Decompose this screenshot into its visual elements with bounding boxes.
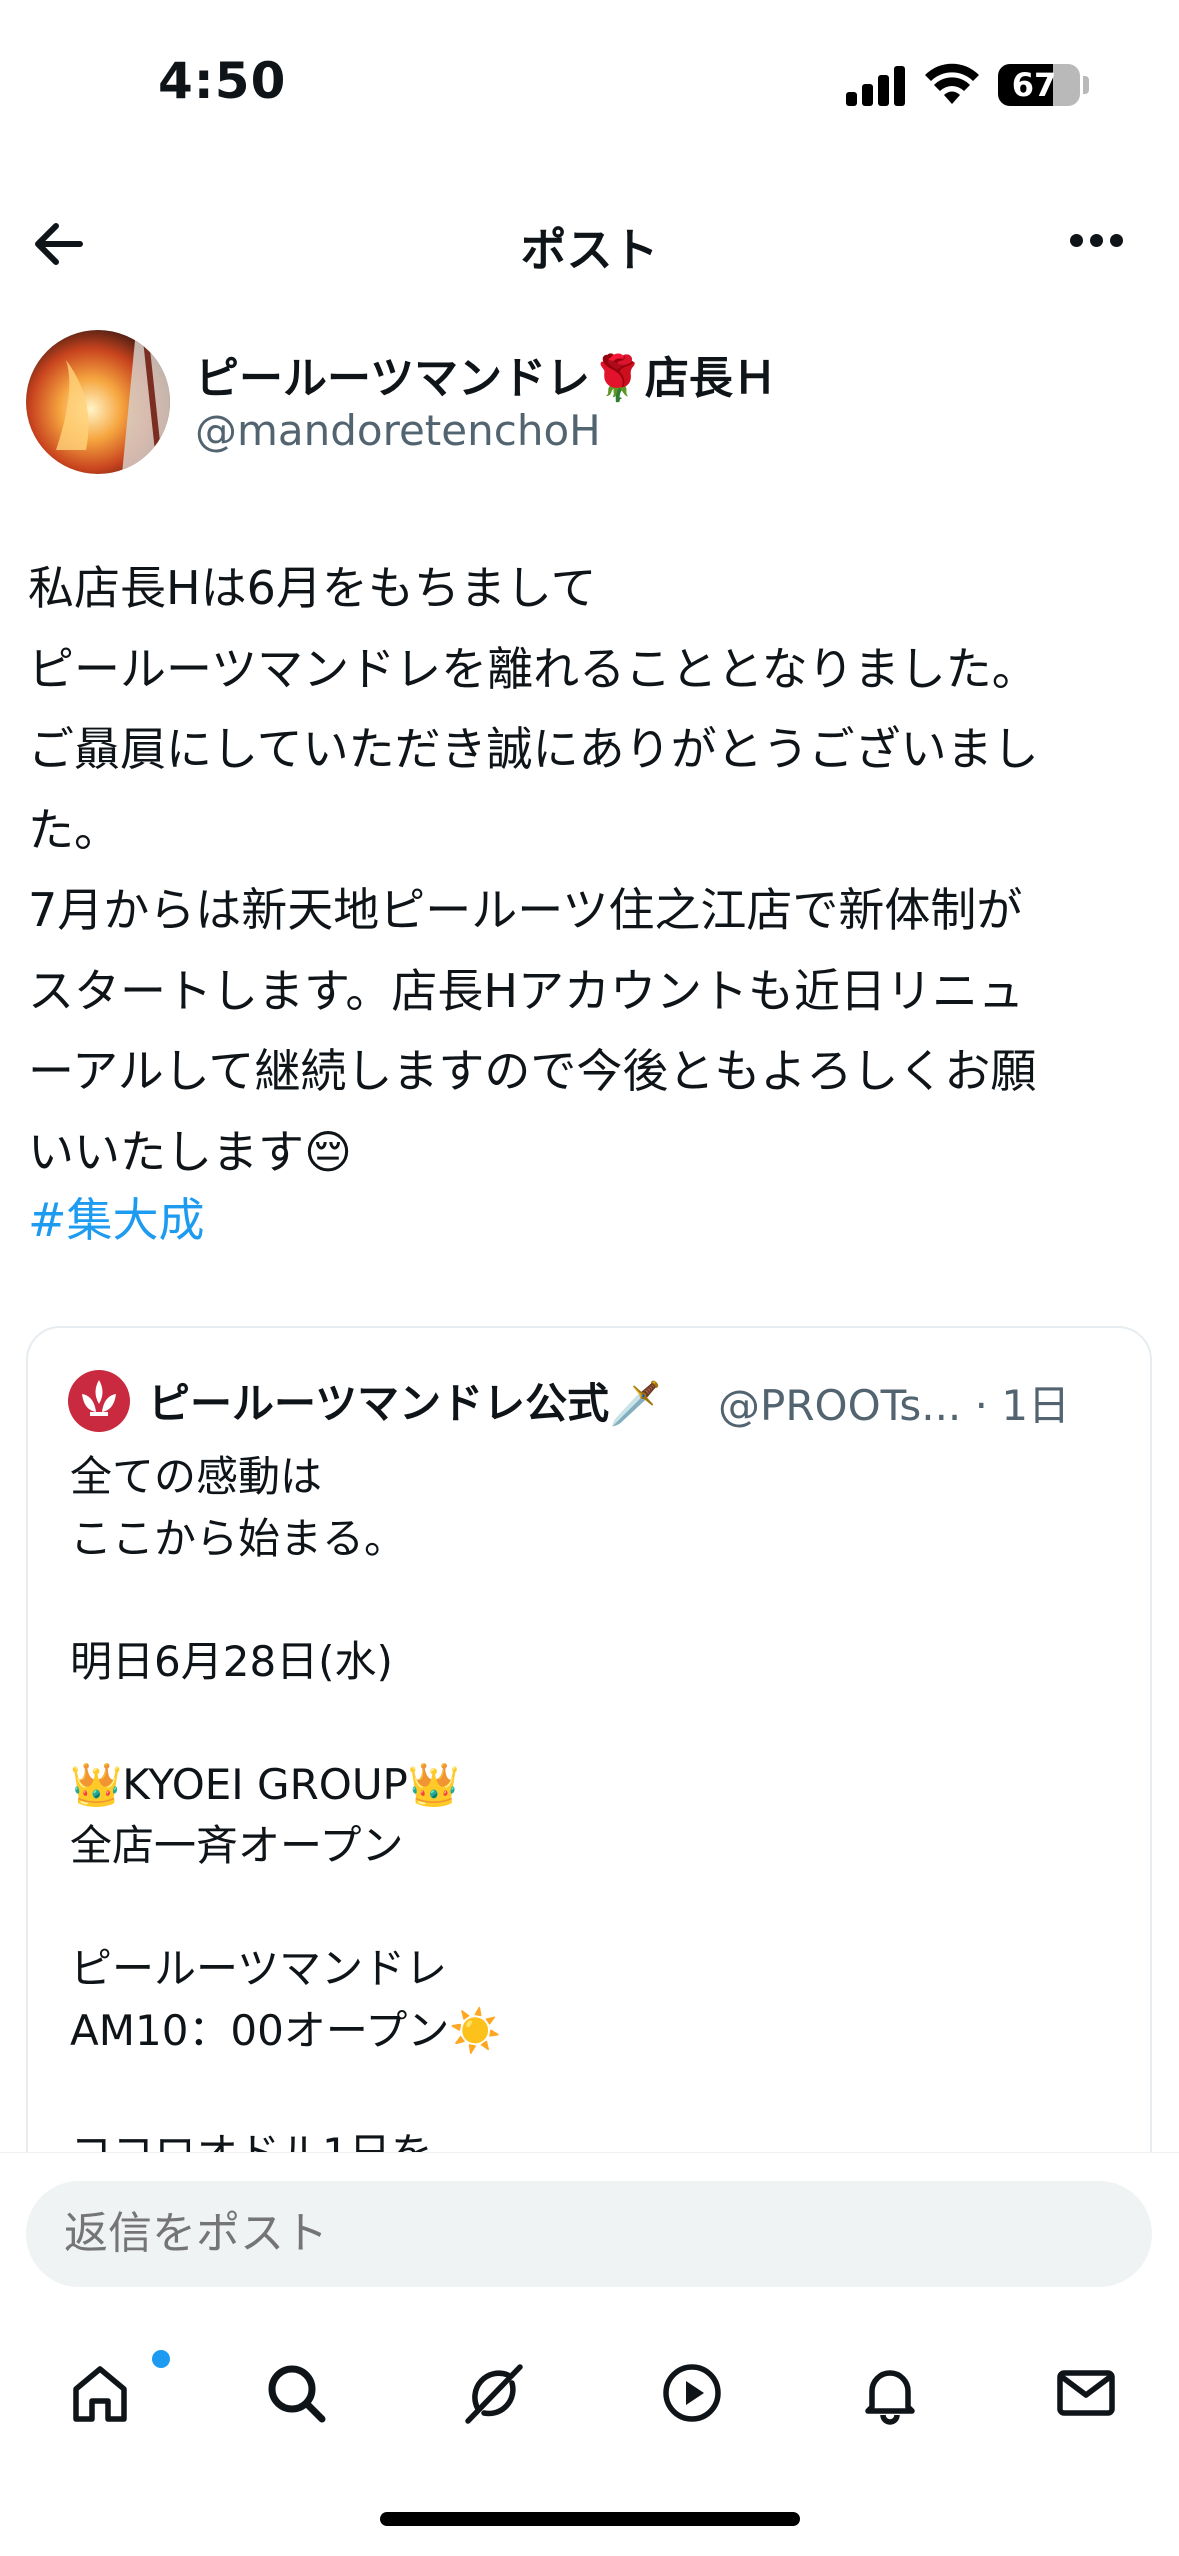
bell-icon — [865, 2370, 915, 2425]
page-title: ポスト — [520, 223, 659, 277]
author-handle[interactable]: @mandoretenchoH — [195, 406, 601, 455]
tab-home[interactable] — [40, 2335, 170, 2455]
quote-handle-time: @PROOTs... · 1日 — [718, 1381, 1071, 1430]
status-time: 4:50 — [158, 52, 287, 110]
status-bar: 4:50 67 — [0, 0, 1179, 170]
author-name[interactable]: ピールーツマンドレ🌹店長Ｈ — [195, 342, 777, 406]
video-play-icon — [663, 2364, 721, 2422]
grok-icon — [465, 2364, 523, 2424]
avatar-image — [26, 330, 170, 474]
tab-grok[interactable] — [434, 2335, 554, 2455]
battery-nub — [1083, 76, 1089, 94]
reply-bar[interactable] — [26, 2181, 1152, 2287]
tab-search[interactable] — [236, 2335, 356, 2455]
quote-avatar — [68, 1370, 130, 1432]
bottom-bar — [0, 2152, 1179, 2556]
tab-notifications[interactable] — [830, 2335, 950, 2455]
wifi-icon — [925, 63, 979, 104]
battery-level: 67 — [1011, 66, 1057, 104]
quote-text: 全ての感動は ここから始まる。 明日6月28日(水) 👑KYOEI GROUP👑… — [70, 1452, 502, 2178]
tab-messages[interactable] — [1026, 2335, 1146, 2455]
mail-icon — [1057, 2370, 1115, 2416]
tab-bar — [0, 2335, 1179, 2455]
cellular-signal-icon — [846, 64, 906, 106]
battery-icon: 67 — [998, 64, 1080, 106]
quote-author-name: ピールーツマンドレ公式🗡️ — [148, 1379, 662, 1428]
quoted-post[interactable]: ピールーツマンドレ公式🗡️ @PROOTs... · 1日 全ての感動は ここか… — [26, 1326, 1152, 2226]
post-text: 私店長Hは6月をもちまして ピールーツマンドレを離れることとなりました。 ご贔屓… — [28, 561, 1039, 1179]
reply-input[interactable] — [64, 2181, 1114, 2287]
home-icon — [73, 2366, 127, 2422]
hashtag-link[interactable]: #集大成 — [28, 1180, 205, 1260]
fleur-logo-icon — [82, 1380, 116, 1416]
avatar[interactable] — [26, 330, 170, 474]
search-icon — [268, 2365, 326, 2423]
more-horizontal-icon[interactable] — [1060, 222, 1130, 262]
tab-video[interactable] — [632, 2335, 752, 2455]
post-header: ポスト — [0, 190, 1179, 300]
notification-dot — [152, 2350, 170, 2368]
home-indicator[interactable] — [380, 2512, 800, 2526]
